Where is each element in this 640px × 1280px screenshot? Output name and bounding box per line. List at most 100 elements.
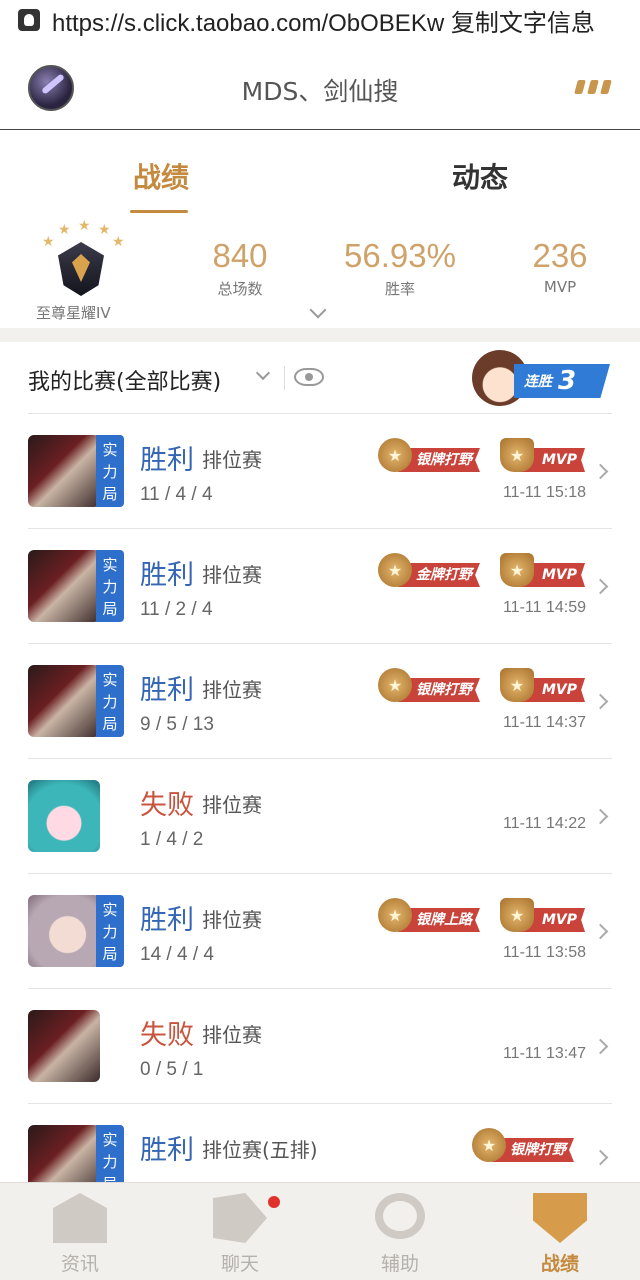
match-kda: 14 / 4 / 4	[140, 944, 214, 965]
match-time: 11-11 15:18	[502, 484, 586, 501]
match-kda: 11 / 4 / 4	[140, 484, 213, 505]
match-time: 11-11 13:47	[502, 1045, 586, 1062]
mvp-badge: ★ MVP	[500, 898, 586, 932]
nav-label: 战绩	[540, 1253, 579, 1275]
hero-portrait	[28, 665, 100, 737]
records-icon	[533, 1193, 587, 1243]
eye-icon[interactable]	[294, 368, 324, 386]
match-kda: 11 / 2 / 4	[140, 599, 213, 620]
match-list-header: 我的比赛(全部比赛) 连胜 3	[28, 342, 612, 414]
hero-portrait	[28, 780, 100, 852]
strength-tag: 实力局	[96, 550, 124, 622]
stat-total-games: 840 总场数	[190, 236, 290, 299]
nav-label: 辅助	[380, 1253, 419, 1275]
divider	[284, 366, 285, 390]
medal-icon: ★	[378, 668, 412, 702]
more-menu-icon[interactable]	[574, 80, 612, 94]
bottom-nav: 资讯 聊天 辅助 战绩	[0, 1182, 640, 1280]
tab-bar: 战绩 动态	[0, 130, 640, 220]
streak-label: 连胜	[524, 374, 552, 390]
match-time: 11-11 14:59	[502, 599, 586, 616]
chevron-down-icon[interactable]	[309, 301, 327, 319]
chat-icon	[213, 1193, 267, 1243]
trophy-icon: ★	[500, 898, 534, 932]
stat-value: 840	[212, 237, 268, 274]
rank-badge: ★ ★ ★ ★ ★ 至尊星耀IV	[36, 218, 126, 324]
match-kda: 9 / 5 / 13	[140, 714, 214, 735]
chevron-down-icon[interactable]	[255, 365, 271, 381]
chevron-right-icon	[592, 463, 609, 480]
hero-portrait	[28, 1125, 100, 1182]
strength-tag: 实力局	[96, 1125, 124, 1182]
match-filter-dropdown[interactable]: 我的比赛(全部比赛)	[28, 364, 221, 396]
rank-emblem-icon	[58, 242, 104, 296]
hero-portrait	[28, 895, 100, 967]
match-kda: 1 / 4 / 2	[140, 829, 204, 850]
match-result: 胜利	[140, 675, 194, 706]
streak-count: 3	[558, 366, 577, 396]
nav-chat[interactable]: 聊天	[160, 1183, 320, 1280]
match-result: 胜利	[140, 1135, 194, 1166]
chevron-right-icon	[592, 923, 609, 940]
match-result: 胜利	[140, 905, 194, 936]
chevron-right-icon	[592, 693, 609, 710]
nav-assist[interactable]: 辅助	[320, 1183, 480, 1280]
match-result: 胜利	[140, 445, 194, 476]
url-bar: https://s.click.taobao.com/ObOBEKw 复制文字信…	[0, 0, 640, 40]
stat-value: 236	[532, 237, 588, 274]
hero-portrait	[28, 1010, 100, 1082]
stat-value: 56.93%	[344, 237, 456, 274]
match-mode: 排位赛	[202, 1023, 262, 1047]
stat-caption: MVP	[543, 278, 577, 296]
tab-indicator	[130, 210, 188, 213]
position-badge: ★ 银牌打野	[378, 668, 494, 702]
match-row[interactable]: 失败 排位赛 1 / 4 / 2 11-11 14:22	[28, 759, 612, 874]
match-mode: 排位赛	[202, 793, 262, 817]
mvp-badge: ★ MVP	[500, 438, 586, 472]
position-badge: ★ 银牌上路	[378, 898, 494, 932]
match-row[interactable]: 实力局 胜利 排位赛 14 / 4 / 4 ★ 银牌上路 ★ MVP 11-11 1…	[28, 874, 612, 989]
win-streak-badge: 连胜 3	[472, 350, 612, 406]
position-badge: ★ 银牌打野	[378, 438, 494, 472]
tab-records[interactable]: 战绩	[133, 156, 189, 196]
match-row[interactable]: 失败 排位赛 0 / 5 / 1 11-11 13:47	[28, 989, 612, 1104]
profile-header: MDS、剑仙搜	[0, 44, 640, 130]
match-mode: 排位赛	[202, 563, 262, 587]
nav-records[interactable]: 战绩	[480, 1183, 640, 1280]
match-time: 11-11 14:37	[502, 714, 586, 731]
match-mode: 排位赛	[202, 678, 262, 702]
chevron-right-icon	[592, 578, 609, 595]
medal-icon: ★	[378, 898, 412, 932]
nav-label: 聊天	[220, 1253, 259, 1275]
match-mode: 排位赛	[202, 908, 262, 932]
tab-activity[interactable]: 动态	[452, 156, 508, 196]
match-row[interactable]: 实力局 胜利 排位赛 11 / 4 / 4 ★ 银牌打野 ★ MVP 11-11 1…	[28, 414, 612, 529]
position-badge: ★ 银牌打野	[472, 1128, 588, 1162]
stat-mvp: 236 MVP	[510, 236, 610, 296]
stat-win-rate: 56.93% 胜率	[335, 236, 465, 299]
medal-icon: ★	[378, 438, 412, 472]
mvp-badge: ★ MVP	[500, 668, 586, 702]
match-time: 11-11 14:22	[502, 815, 586, 832]
match-row[interactable]: 实力局 胜利 排位赛 9 / 5 / 13 ★ 银牌打野 ★ MVP 11-11 1…	[28, 644, 612, 759]
medal-icon: ★	[472, 1128, 506, 1162]
match-result: 失败	[140, 790, 194, 821]
streak-banner: 连胜 3	[514, 364, 610, 398]
mvp-badge: ★ MVP	[500, 553, 586, 587]
trophy-icon: ★	[500, 438, 534, 472]
strength-tag: 实力局	[96, 895, 124, 967]
unread-dot	[268, 1196, 280, 1208]
strength-tag: 实力局	[96, 665, 124, 737]
assist-icon	[375, 1193, 425, 1239]
section-divider	[0, 328, 640, 342]
medal-icon: ★	[378, 553, 412, 587]
qq-icon	[18, 9, 40, 31]
match-row[interactable]: 实力局 胜利 排位赛(五排) ★银牌打野	[28, 1104, 612, 1182]
match-row[interactable]: 实力局 胜利 排位赛 11 / 2 / 4 ★ 金牌打野 ★ MVP 11-11 1…	[28, 529, 612, 644]
nav-news[interactable]: 资讯	[0, 1183, 160, 1280]
player-name: MDS、剑仙搜	[241, 77, 399, 106]
stat-caption: 胜率	[384, 280, 415, 298]
trophy-icon: ★	[500, 553, 534, 587]
position-badge: ★ 金牌打野	[378, 553, 494, 587]
rank-name: 至尊星耀IV	[36, 304, 111, 322]
